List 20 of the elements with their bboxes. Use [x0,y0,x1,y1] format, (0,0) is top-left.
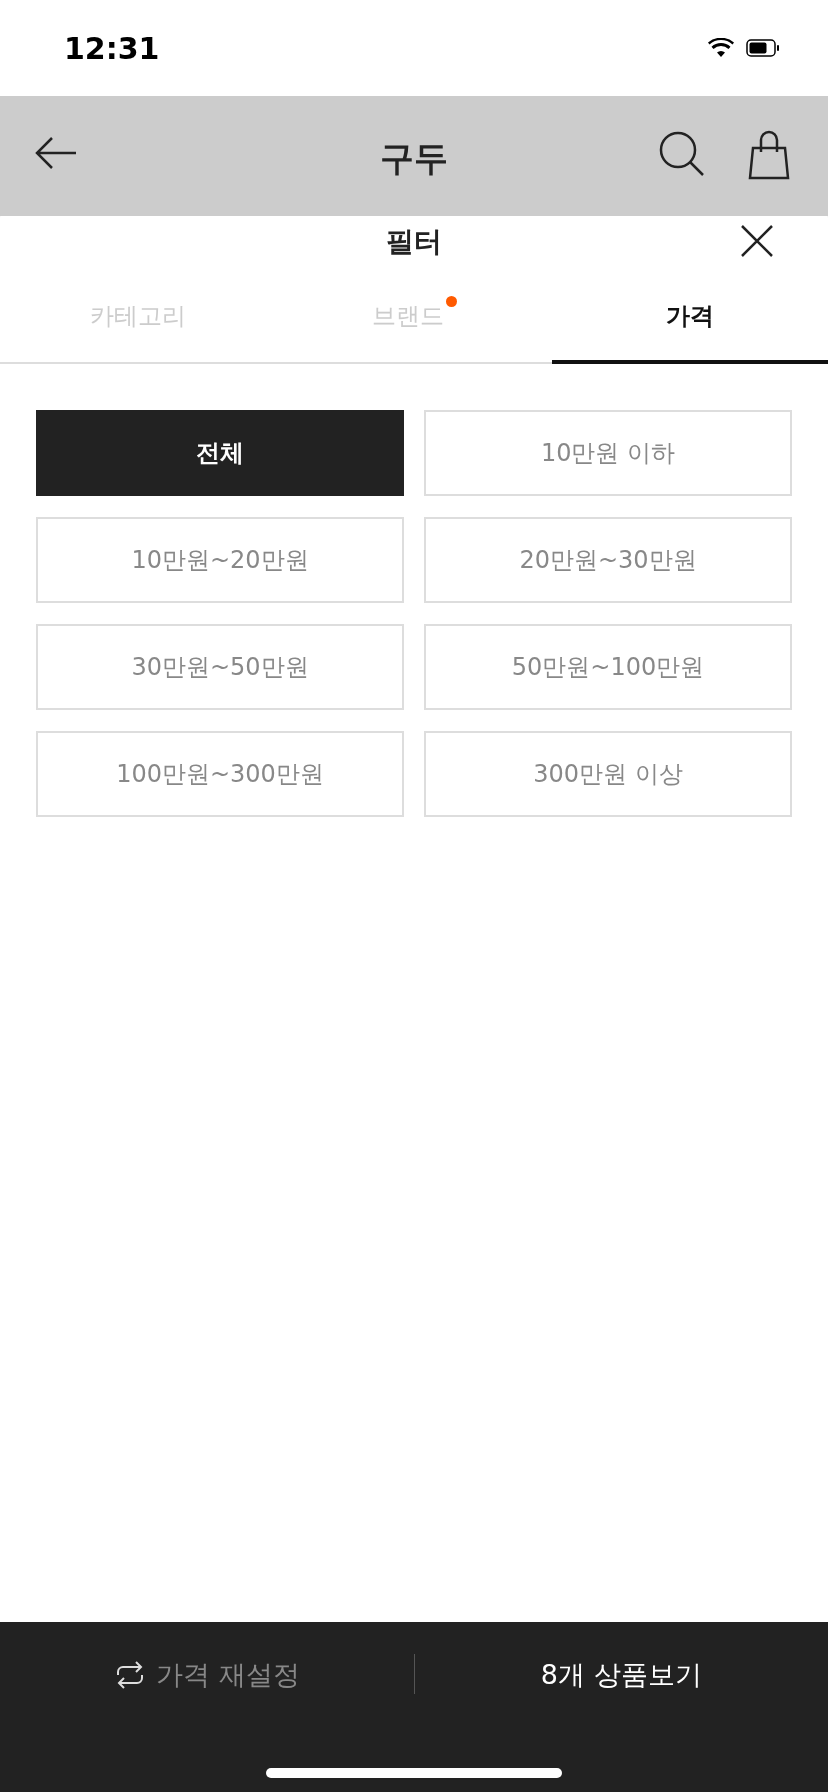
price-option[interactable]: 50만원~100만원 [424,624,792,710]
price-option[interactable]: 10만원 이하 [424,410,792,496]
reset-button[interactable]: 가격 재설정 [0,1644,414,1706]
back-icon[interactable] [34,136,78,170]
close-icon[interactable] [740,224,774,258]
status-time: 12:31 [64,30,160,66]
wifi-icon [708,38,734,58]
price-option[interactable]: 10만원~20만원 [36,517,404,603]
price-option[interactable]: 300만원 이상 [424,731,792,817]
price-option[interactable]: 전체 [36,410,404,496]
sheet-title: 필터 [386,224,442,260]
filter-tab[interactable]: 가격 [552,292,828,364]
battery-icon [746,39,780,57]
price-option[interactable]: 20만원~30만원 [424,517,792,603]
search-icon[interactable] [658,130,706,178]
show-products-button[interactable]: 8개 상품보기 [414,1644,828,1706]
page-title: 구두 [380,137,448,180]
price-option[interactable]: 100만원~300만원 [36,731,404,817]
price-option[interactable]: 30만원~50만원 [36,624,404,710]
shopping-bag-icon[interactable] [746,130,792,180]
